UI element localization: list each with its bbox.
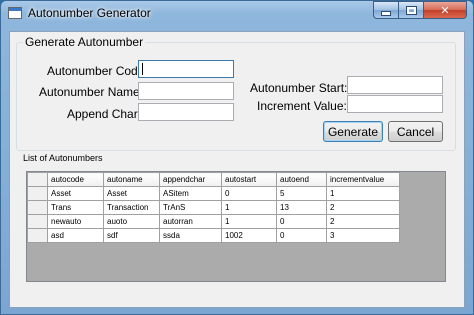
column-header[interactable]: autoend <box>276 172 327 187</box>
table-cell-autostart[interactable]: 1 <box>221 200 277 215</box>
minimize-icon <box>381 10 391 16</box>
column-header[interactable]: autocode <box>47 172 104 187</box>
cancel-button[interactable]: Cancel <box>388 121 443 142</box>
autonumber-code-label: Autonumber Code: <box>47 64 148 78</box>
main-window: Autonumber Generator ✕ Generate Autonumb… <box>0 0 474 315</box>
table-cell-appendchar[interactable]: ssda <box>159 228 222 243</box>
table-cell-incrementvalue[interactable]: 2 <box>326 214 400 229</box>
autonumbers-table: autocode autoname appendchar autostart a… <box>27 172 400 243</box>
table-row[interactable]: Asset Asset ASitem 0 5 1 <box>27 186 400 201</box>
table-cell-autoend[interactable]: 0 <box>276 228 327 243</box>
table-cell-autostart[interactable]: 0 <box>221 186 277 201</box>
autonumber-start-field[interactable] <box>347 76 443 94</box>
maximize-icon <box>405 5 417 15</box>
maximize-button[interactable] <box>399 1 424 19</box>
row-header[interactable] <box>27 186 48 201</box>
table-cell-appendchar[interactable]: TrAnS <box>159 200 222 215</box>
table-cell-autoname[interactable]: Asset <box>103 186 160 201</box>
column-header[interactable]: autoname <box>103 172 160 187</box>
table-cell-autoname[interactable]: sdf <box>103 228 160 243</box>
group-title: Generate Autonumber <box>25 35 144 49</box>
table-cell-autostart[interactable]: 1 <box>221 214 277 229</box>
row-header[interactable] <box>27 214 48 229</box>
table-row[interactable]: asd sdf ssda 1002 0 3 <box>27 228 400 243</box>
autonumber-start-label: Autonumber Start: <box>250 81 348 95</box>
table-cell-autocode[interactable]: asd <box>47 228 104 243</box>
table-cell-autoname[interactable]: auoto <box>103 214 160 229</box>
column-header[interactable]: appendchar <box>159 172 222 187</box>
append-char-field[interactable] <box>138 103 234 121</box>
generate-button[interactable]: Generate <box>323 121 383 142</box>
close-icon: ✕ <box>440 3 450 17</box>
row-header[interactable] <box>27 228 48 243</box>
title-bar[interactable]: Autonumber Generator ✕ <box>1 1 473 27</box>
table-cell-autoend[interactable]: 13 <box>276 200 327 215</box>
table-row[interactable]: newauto auoto autorran 1 0 2 <box>27 214 400 229</box>
table-cell-appendchar[interactable]: autorran <box>159 214 222 229</box>
table-cell-incrementvalue[interactable]: 2 <box>326 200 400 215</box>
form-client-area: Generate Autonumber Autonumber Code: Aut… <box>9 31 465 308</box>
autonumber-name-field[interactable] <box>138 82 234 100</box>
table-cell-autostart[interactable]: 1002 <box>221 228 277 243</box>
table-cell-autoend[interactable]: 0 <box>276 214 327 229</box>
close-button[interactable]: ✕ <box>424 1 467 19</box>
table-cell-autocode[interactable]: newauto <box>47 214 104 229</box>
text-caret <box>142 63 143 75</box>
increment-value-field[interactable] <box>347 95 443 113</box>
column-header[interactable]: autostart <box>221 172 277 187</box>
autonumber-name-label: Autonumber Name: <box>39 85 144 99</box>
list-of-autonumbers-label: List of Autonumbers <box>23 153 103 163</box>
row-header[interactable] <box>27 200 48 215</box>
table-cell-autoend[interactable]: 5 <box>276 186 327 201</box>
append-char-label: Append Char: <box>67 107 142 121</box>
table-cell-appendchar[interactable]: ASitem <box>159 186 222 201</box>
autonumber-code-field[interactable] <box>138 60 234 78</box>
minimize-button[interactable] <box>373 1 399 19</box>
row-header-corner <box>27 172 48 187</box>
table-cell-incrementvalue[interactable]: 3 <box>326 228 400 243</box>
app-window-icon <box>8 7 22 19</box>
table-cell-autoname[interactable]: Transaction <box>103 200 160 215</box>
table-row[interactable]: Trans Transaction TrAnS 1 13 2 <box>27 200 400 215</box>
table-cell-autocode[interactable]: Trans <box>47 200 104 215</box>
caption-buttons: ✕ <box>373 1 467 20</box>
header-row: autocode autoname appendchar autostart a… <box>27 172 400 187</box>
table-cell-autocode[interactable]: Asset <box>47 186 104 201</box>
increment-value-label: Increment Value: <box>257 99 347 113</box>
table-cell-incrementvalue[interactable]: 1 <box>326 186 400 201</box>
window-title: Autonumber Generator <box>28 6 151 20</box>
autonumbers-data-grid[interactable]: autocode autoname appendchar autostart a… <box>26 171 446 282</box>
column-header[interactable]: incrementvalue <box>326 172 400 187</box>
